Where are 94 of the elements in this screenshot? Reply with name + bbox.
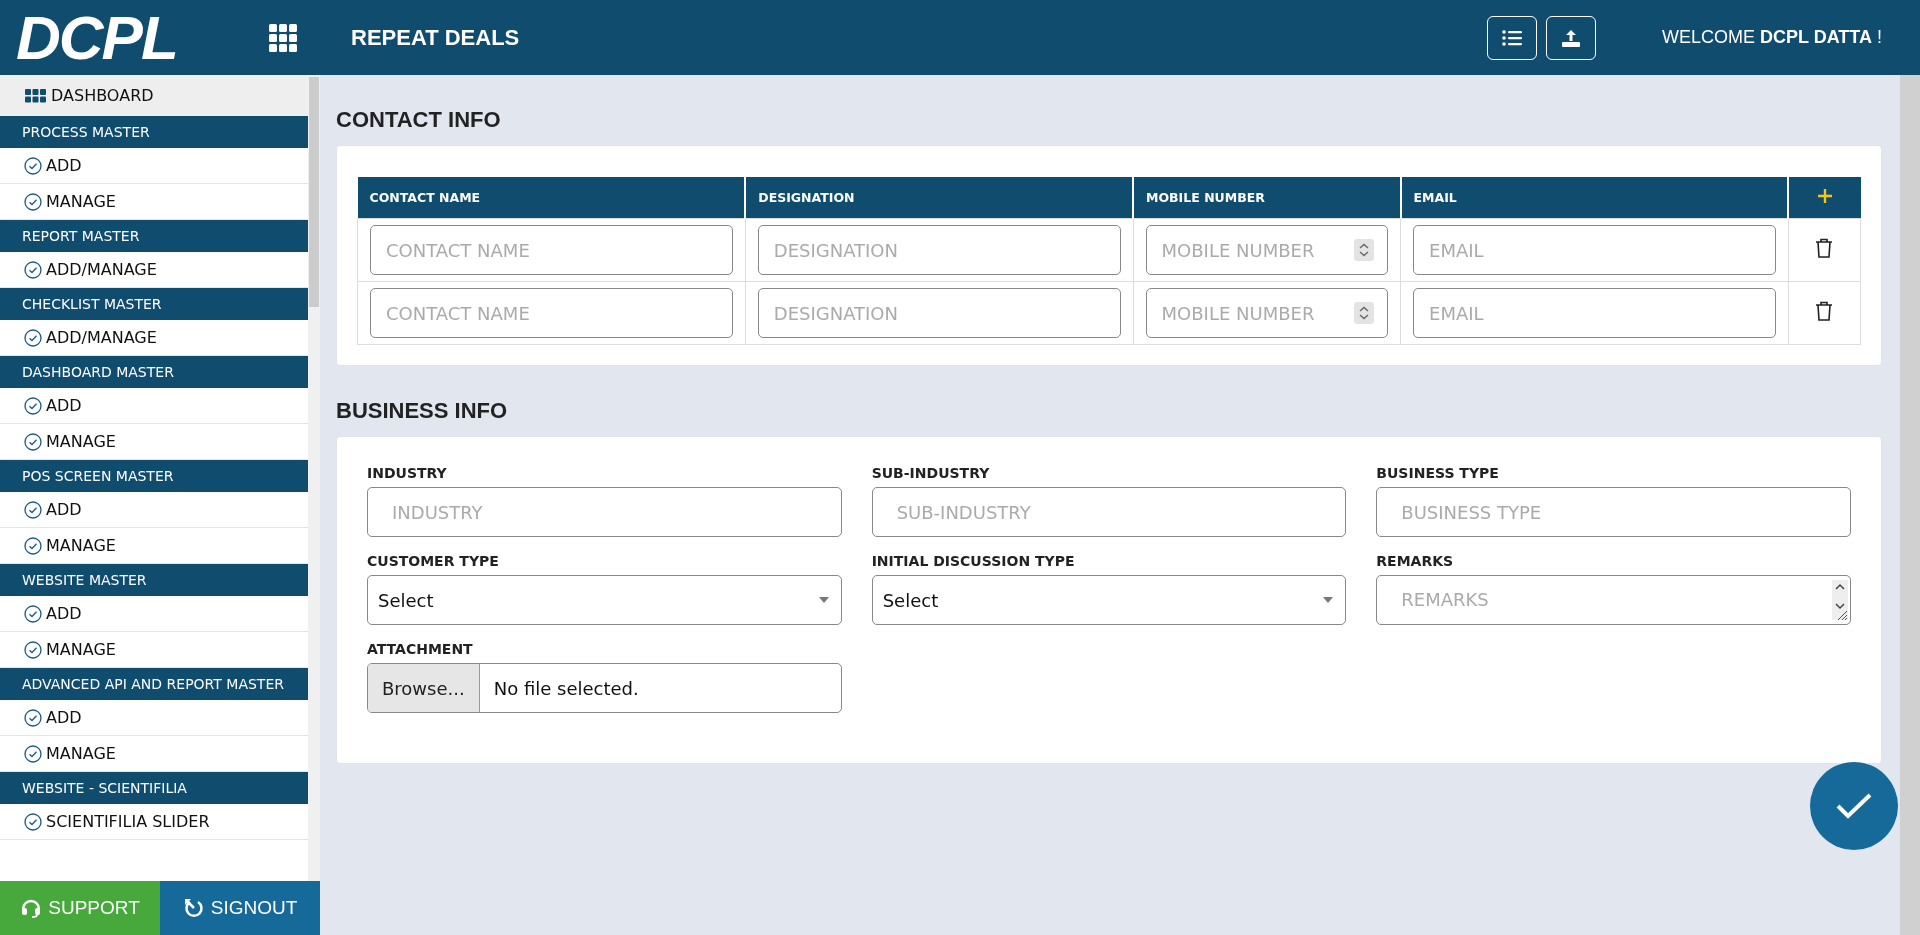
apps-grid-icon[interactable] [268, 22, 298, 53]
sidebar-item-label: ADD [46, 396, 82, 415]
sidebar-item[interactable]: ADD [0, 492, 308, 528]
scrollbar[interactable] [1900, 75, 1920, 935]
check-circle-icon [24, 260, 42, 279]
sidebar-item-label: ADD [46, 708, 82, 727]
sidebar-item-label: MANAGE [46, 744, 116, 763]
check-circle-icon [24, 192, 42, 211]
list-icon [1501, 29, 1522, 46]
input-field[interactable]: EMAIL [1413, 225, 1776, 275]
sidebar-item-label: MANAGE [46, 432, 116, 451]
field-label: BUSINESS TYPE [1376, 465, 1500, 481]
sidebar-item[interactable]: ADD [0, 596, 308, 632]
sidebar-item[interactable]: ADD [0, 700, 308, 736]
section-title: BUSINESS INFO [336, 398, 509, 424]
check-circle-icon [24, 396, 42, 415]
check-circle-icon [24, 432, 42, 451]
input-field[interactable]: MOBILE NUMBER [1145, 288, 1389, 338]
input-field[interactable]: INDUSTRY [367, 487, 842, 537]
column-header: EMAIL [1400, 177, 1789, 219]
sidebar-section-header: POS SCREEN MASTER [0, 460, 308, 492]
input-field[interactable]: DESIGNATION [757, 288, 1121, 338]
sidebar-section-header: WEBSITE - SCIENTIFILIA [0, 772, 308, 804]
check-circle-icon [24, 640, 42, 659]
sidebar-section-header: WEBSITE MASTER [0, 564, 308, 596]
column-header: MOBILE NUMBER [1133, 177, 1401, 219]
check-circle-icon [24, 604, 42, 623]
section-title: CONTACT INFO [336, 107, 502, 133]
sidebar-item-label: MANAGE [46, 536, 116, 555]
input-field[interactable]: SUB-INDUSTRY [871, 487, 1347, 537]
field-label: CUSTOMER TYPE [367, 553, 500, 569]
signout-button[interactable]: SIGNOUT [160, 881, 320, 935]
page-title: REPEAT DEALS [351, 24, 520, 51]
trash-icon[interactable] [1815, 301, 1834, 321]
field-label: SUB-INDUSTRY [871, 465, 991, 481]
field-label: INDUSTRY [367, 465, 448, 481]
logo: DCPL [16, 6, 178, 69]
check-circle-icon [24, 812, 42, 831]
column-header: DESIGNATION [745, 177, 1134, 219]
sidebar-section-header: PROCESS MASTER [0, 116, 308, 148]
check-circle-icon [24, 744, 42, 763]
sidebar-item-label: ADD [46, 500, 82, 519]
check-circle-icon [24, 500, 42, 519]
spinner-icon[interactable] [1354, 302, 1375, 324]
field-label: REMARKS [1376, 553, 1455, 569]
select-dropdown[interactable]: Select [367, 575, 842, 625]
sidebar-item-label: ADD [46, 156, 82, 175]
sidebar-section-header: ADVANCED API AND REPORT MASTER [0, 668, 308, 700]
dashboard-label: DASHBOARD [51, 86, 154, 105]
sidebar-item-label: ADD [46, 604, 82, 623]
check-circle-icon [24, 708, 42, 727]
input-field[interactable]: EMAIL [1413, 288, 1776, 338]
input-field[interactable]: BUSINESS TYPE [1376, 487, 1851, 537]
sidebar-item-label: ADD/MANAGE [46, 328, 157, 347]
sidebar-item[interactable]: ADD [0, 148, 308, 184]
sidebar-item-label: MANAGE [46, 640, 116, 659]
sidebar-item[interactable]: ADD [0, 388, 308, 424]
sidebar-section-header: DASHBOARD MASTER [0, 356, 308, 388]
dashboard-link[interactable]: DASHBOARD [0, 75, 308, 116]
trash-icon[interactable] [1815, 238, 1834, 258]
select-dropdown[interactable]: Select [871, 575, 1347, 625]
scrollbar[interactable] [308, 75, 320, 881]
file-input[interactable]: Browse... No file selected. [367, 663, 842, 713]
sidebar-item-label: ADD/MANAGE [46, 260, 157, 279]
column-header: CONTACT NAME [357, 177, 746, 219]
input-field[interactable]: CONTACT NAME [370, 225, 733, 275]
caret-icon [1323, 597, 1334, 603]
grid-icon [25, 88, 47, 103]
textarea-field[interactable]: REMARKS [1376, 575, 1851, 625]
welcome-text: WELCOME DCPL DATTA ! [1661, 27, 1882, 48]
spinner-icon[interactable] [1354, 239, 1375, 261]
check-circle-icon [24, 536, 42, 555]
browse-button[interactable]: Browse... [368, 664, 480, 712]
sidebar-item-label: SCIENTIFILIA SLIDER [46, 812, 210, 831]
check-icon [1835, 792, 1873, 820]
sidebar-section-header: REPORT MASTER [0, 220, 308, 252]
signout-icon [182, 897, 205, 919]
input-field[interactable]: CONTACT NAME [370, 288, 733, 338]
upload-icon [1560, 27, 1581, 48]
file-name: No file selected. [492, 676, 639, 701]
sidebar-item-label: MANAGE [46, 192, 116, 211]
input-field[interactable]: MOBILE NUMBER [1145, 225, 1389, 275]
sidebar-item[interactable]: SCIENTIFILIA SLIDER [0, 804, 308, 840]
field-label: INITIAL DISCUSSION TYPE [871, 553, 1076, 569]
upload-button[interactable] [1545, 15, 1596, 60]
add-row-icon[interactable] [1816, 188, 1833, 204]
headset-icon [20, 897, 43, 919]
input-field[interactable]: DESIGNATION [757, 225, 1121, 275]
field-label: ATTACHMENT [367, 641, 474, 657]
list-button[interactable] [1486, 15, 1537, 60]
check-circle-icon [24, 328, 42, 347]
sidebar-section-header: CHECKLIST MASTER [0, 288, 308, 320]
caret-icon [818, 597, 829, 603]
check-circle-icon [24, 156, 42, 175]
